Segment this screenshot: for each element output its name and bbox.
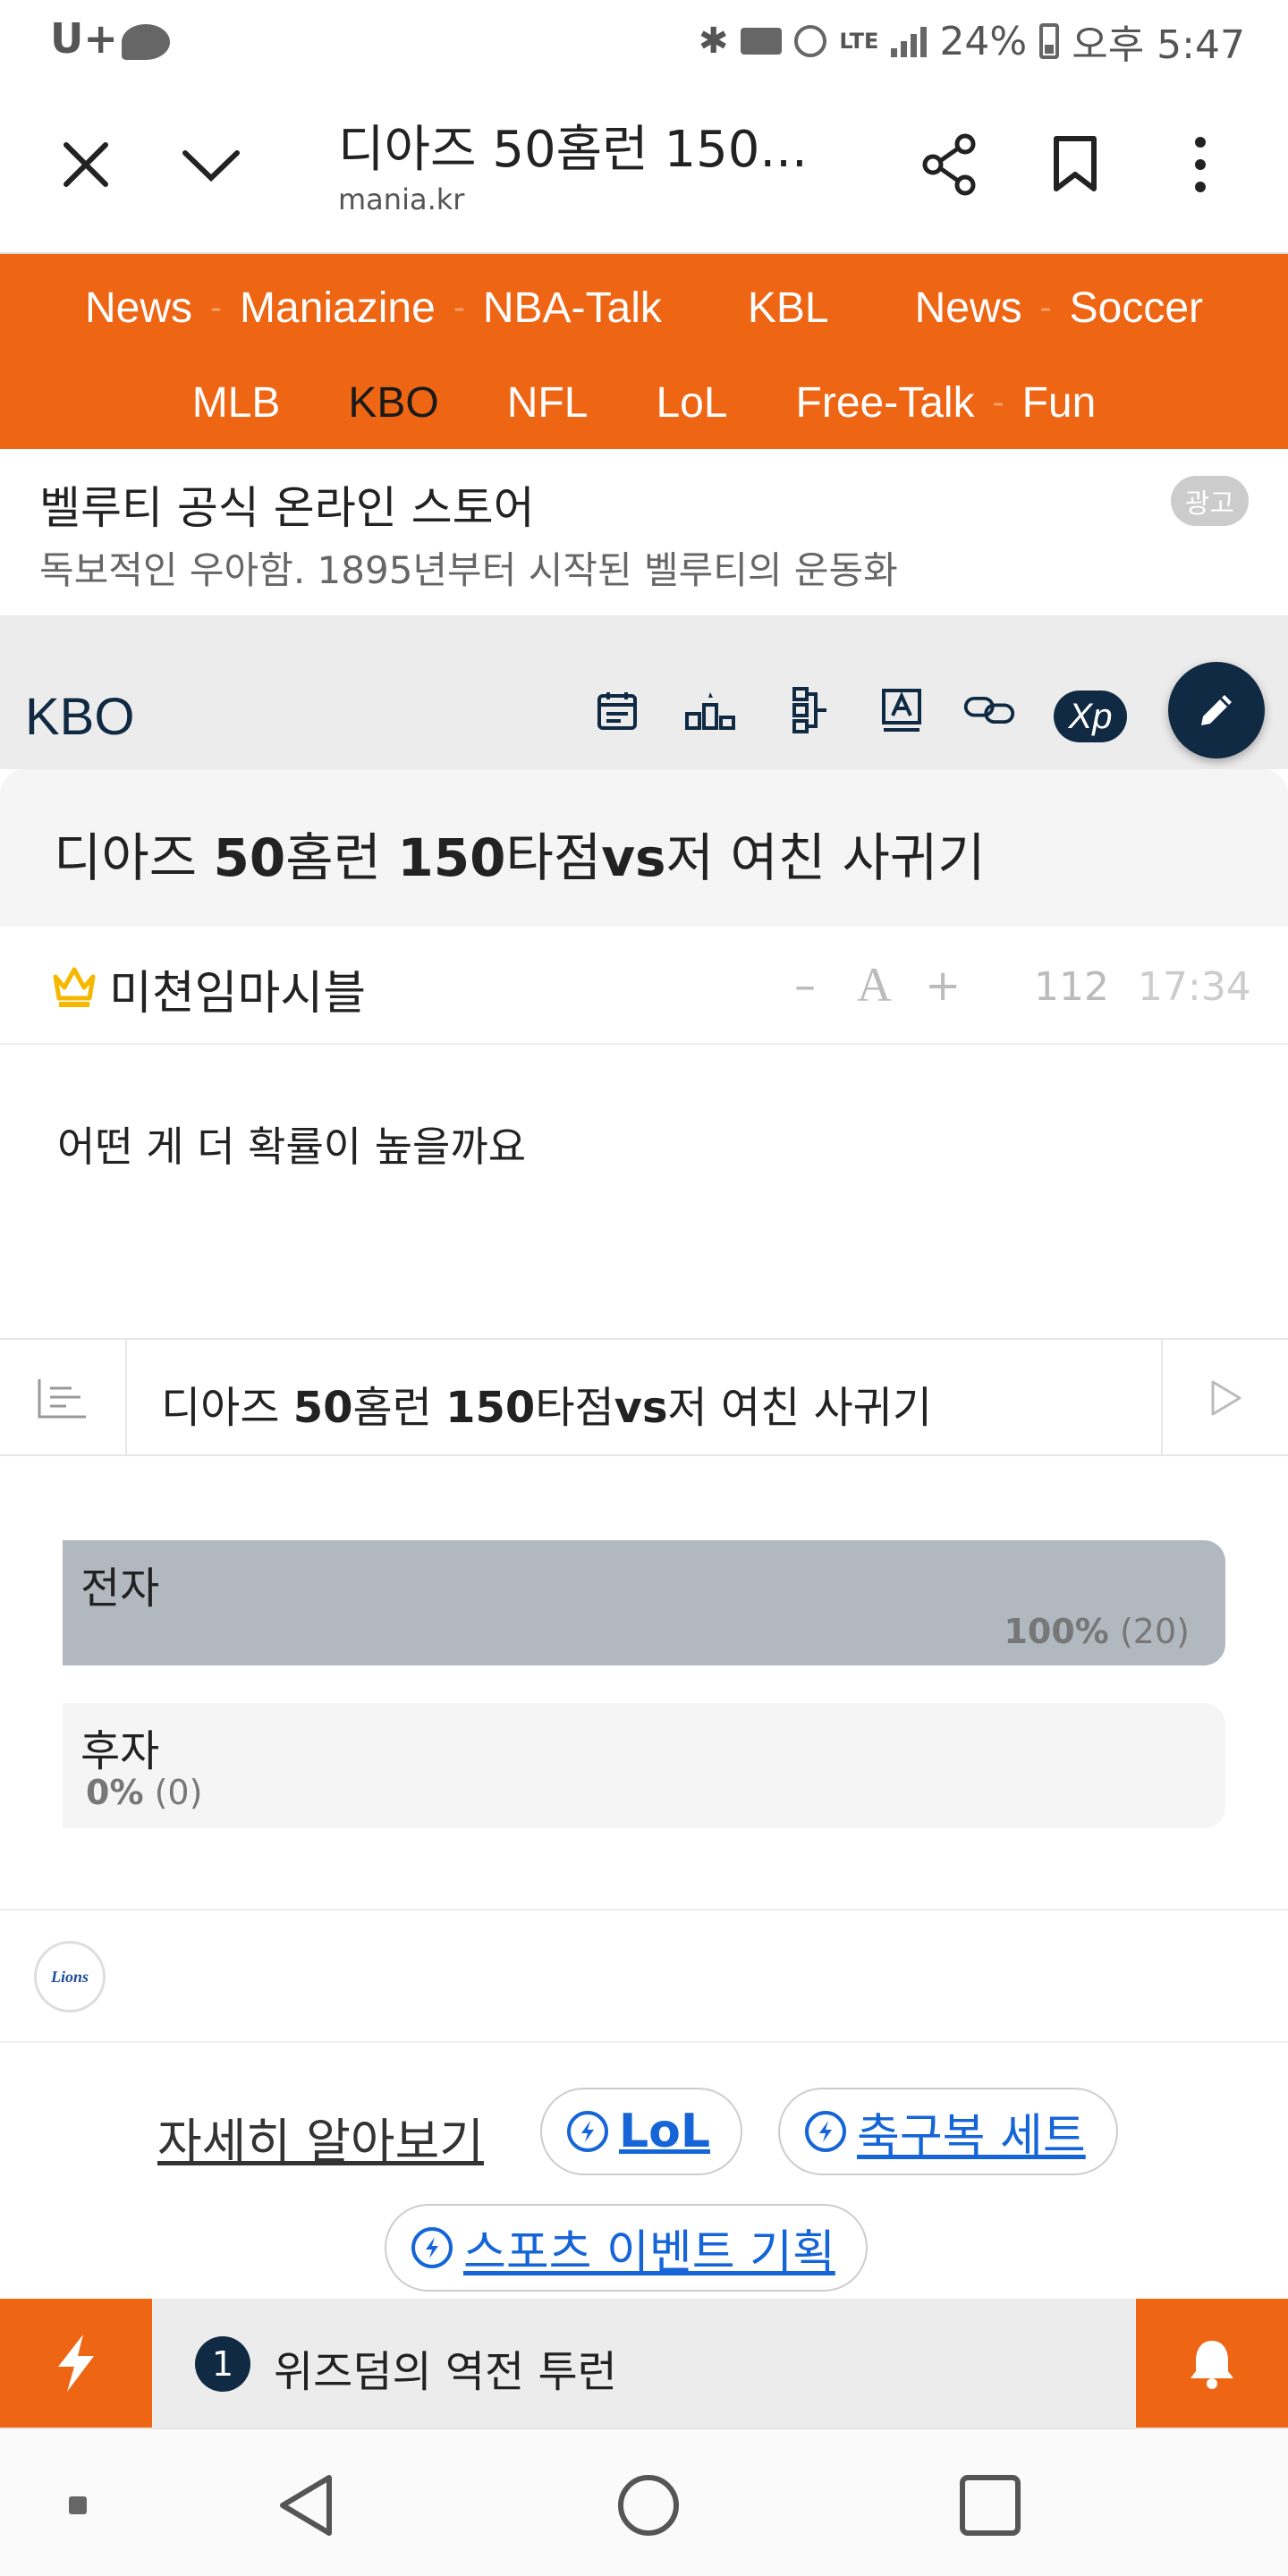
bookmark-icon[interactable] [1039,129,1111,200]
recent-dot-icon[interactable] [38,2465,118,2546]
nav-row-2: MLB KBO NFL LoL Free-Talk - Fun [0,358,1288,447]
alarm-icon [794,25,827,57]
promo-chip-label: 스포츠 이벤트 기획 [463,2225,835,2280]
nav-separator: - [992,384,1004,421]
write-post-button[interactable] [1168,662,1265,758]
share-icon[interactable] [914,129,986,200]
recents-icon[interactable] [950,2465,1030,2546]
poll-chart-icon [0,1340,127,1456]
nav-item-nfl[interactable]: NFL [491,378,605,428]
poll-title: 디아즈 50홈런 150타점vs저 여친 사귀기 [161,1383,932,1433]
home-icon[interactable] [608,2465,689,2546]
bluetooth-icon: ✱ [698,21,729,62]
nav-separator: - [453,289,465,326]
crown-icon [50,962,98,1011]
view-count: 112 [1034,964,1109,1010]
nav-item-free-talk[interactable]: Free-Talk [780,378,991,428]
poll-option-2[interactable]: 후자 0% (0) [63,1703,1225,1828]
poll-option-label: 후자 [80,1726,160,1776]
learn-more-link[interactable]: 자세히 알아보기 [157,2102,484,2173]
nav-item-kbl[interactable]: KBL [732,284,845,333]
nav-separator: - [210,289,223,326]
bolt-icon [411,2227,453,2268]
post-title-card: 디아즈 50홈런 150타점vs저 여친 사귀기 [0,769,1288,927]
link-icon[interactable] [962,683,1016,737]
poll-option-label: 전자 [80,1563,160,1614]
lte-icon: LTE [839,29,879,54]
message-icon [121,23,170,60]
font-size-label: A [857,958,892,1012]
post-title: 디아즈 50홈런 150타점vs저 여친 사귀기 [54,827,986,888]
nav-item-maniazine[interactable]: Maniazine [224,284,452,333]
ticker-rank: 1 [195,2336,250,2392]
page-title: 디아즈 50홈런 150... [338,121,808,179]
ad-description[interactable]: 독보적인 우아함. 1895년부터 시작된 벨루티의 운동화 [39,540,898,595]
battery-icon [1039,23,1060,59]
page-url: mania.kr [338,182,465,216]
clock: 오후 5:47 [1072,22,1245,68]
flash-button[interactable] [0,2299,152,2428]
ad-badge: 광고 [1170,476,1249,526]
nav-item-soccer[interactable]: Soccer [1054,284,1219,333]
ad-banner[interactable]: 벨루티 공식 온라인 스토어 독보적인 우아함. 1895년부터 시작된 벨루티… [0,449,1288,615]
news-ticker[interactable]: 1 위즈덤의 역전 투런 [0,2299,1288,2428]
lions-logo: Lions [34,1941,106,2012]
poll-option-result: 100% (20) [1004,1612,1190,1651]
author-name[interactable]: 미쳔임마시블 [109,955,366,1022]
nav-item-fun[interactable]: Fun [1006,378,1113,428]
play-icon[interactable] [1161,1340,1288,1456]
board-name[interactable]: KBO [25,687,135,747]
board-header: KBO Xp [0,615,1288,769]
close-icon[interactable] [50,129,122,200]
bell-icon [1191,2341,1233,2389]
chevron-down-icon[interactable] [175,129,247,200]
signal-icon [891,25,928,57]
post-meta: 미쳔임마시블 – A + 112 17:34 [0,927,1288,1045]
xp-badge[interactable]: Xp [1054,691,1127,742]
nav-item-soccer-news[interactable]: News [899,284,1038,333]
carrier-label: U+ [50,14,170,63]
pencil-icon [1201,695,1232,725]
promo-chip-label: LoL [619,2105,710,2158]
nav-row-1: News - Maniazine - NBA-Talk KBL News - S… [0,254,1288,361]
font-increase-button[interactable]: + [925,961,961,1011]
notification-button[interactable] [1136,2299,1288,2428]
promo-chip-lol[interactable]: LoL [540,2088,742,2175]
nav-item-news[interactable]: News [69,284,208,333]
promo-chip-sports-event[interactable]: 스포츠 이벤트 기획 [385,2204,868,2292]
promo-chip-soccer-set[interactable]: 축구복 세트 [778,2088,1118,2175]
bracket-icon[interactable] [785,683,839,737]
ad-title[interactable]: 벨루티 공식 온라인 스토어 [39,472,535,537]
lightning-icon [58,2334,94,2392]
font-decrease-button[interactable]: – [794,961,816,1011]
ranking-icon[interactable] [683,683,737,737]
poll-option-result: 0% (0) [86,1773,203,1812]
post-body: 어떤 게 더 확률이 높을까요 [57,1123,527,1171]
calendar-icon[interactable] [590,683,644,737]
poll-header: 디아즈 50홈런 150타점vs저 여친 사귀기 [0,1338,1288,1456]
post-time: 17:34 [1138,964,1251,1010]
text-box-icon[interactable] [875,683,928,737]
nfc-icon [741,28,783,55]
bolt-icon [805,2111,846,2152]
nav-item-lol[interactable]: LoL [640,378,743,428]
nav-item-mlb[interactable]: MLB [176,378,297,428]
back-icon[interactable] [267,2465,347,2546]
status-bar: U+ ✱ LTE 24% 오후 5:47 [0,0,1288,77]
bolt-icon [567,2111,608,2152]
author-signature: Lions [0,1909,1288,2043]
category-nav: News - Maniazine - NBA-Talk KBL News - S… [0,254,1288,449]
ticker-headline[interactable]: 위즈덤의 역전 투런 [274,2336,617,2399]
status-icons: ✱ LTE 24% 오후 5:47 [699,13,1245,70]
nav-item-kbo[interactable]: KBO [332,378,454,428]
nav-item-nba-talk[interactable]: NBA-Talk [467,284,678,333]
poll-option-1[interactable]: 전자 100% (20) [63,1540,1225,1665]
system-navigation-bar [0,2428,1288,2576]
browser-toolbar: 디아즈 50홈런 150... mania.kr [0,77,1288,254]
nav-separator: - [1039,289,1052,326]
more-options-icon[interactable] [1165,129,1236,200]
promo-chip-label: 축구복 세트 [857,2109,1086,2164]
battery-percent: 24% [939,18,1028,64]
